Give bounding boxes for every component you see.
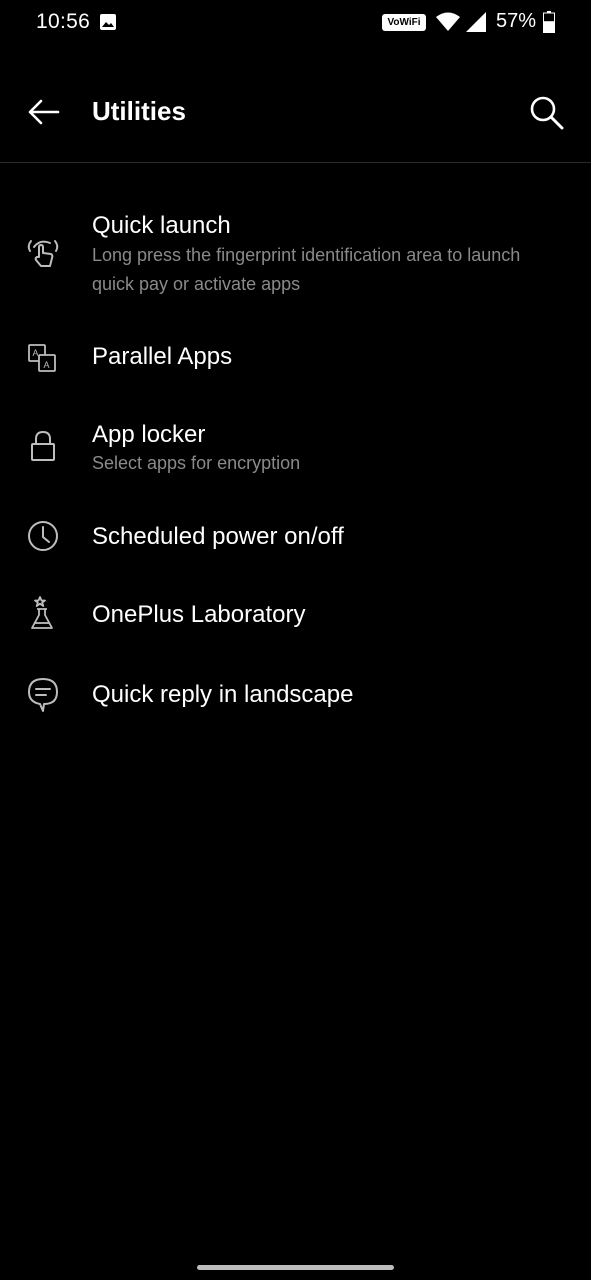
lock-icon [24, 427, 62, 465]
flask-icon [24, 595, 62, 633]
list-item-oneplus-laboratory[interactable]: OnePlus Laboratory [0, 589, 591, 645]
signal-icon [465, 11, 487, 33]
list-item-scheduled-power[interactable]: Scheduled power on/off [0, 509, 591, 565]
clock-icon [24, 517, 62, 555]
item-title: App locker [92, 421, 206, 448]
vowifi-badge: VoWiFi [382, 14, 426, 31]
item-title: Quick launch [92, 212, 231, 239]
navigation-handle[interactable] [197, 1265, 394, 1270]
battery-icon [543, 11, 555, 33]
battery-percent: 57% [496, 10, 537, 32]
wifi-icon [435, 11, 461, 33]
item-title: OnePlus Laboratory [92, 601, 306, 628]
image-icon [99, 13, 117, 31]
chat-bubble-icon [24, 675, 62, 713]
item-title: Quick reply in landscape [92, 681, 354, 708]
item-title: Scheduled power on/off [92, 523, 344, 550]
back-arrow-icon [28, 99, 60, 125]
back-button[interactable] [22, 90, 66, 134]
list-item-parallel-apps[interactable]: A A Parallel Apps [0, 331, 591, 387]
list-item-quick-reply[interactable]: Quick reply in landscape [0, 668, 591, 724]
item-title: Parallel Apps [92, 343, 233, 370]
fingerprint-touch-icon [24, 233, 62, 271]
search-button[interactable] [524, 90, 570, 136]
svg-text:A: A [33, 348, 39, 358]
page-title: Utilities [92, 96, 186, 126]
status-time: 10:56 [36, 10, 91, 33]
status-bar: 10:56 VoWiFi 57% [0, 0, 591, 46]
list-item-app-locker[interactable]: App locker Select apps for encryption [0, 409, 591, 487]
search-icon [530, 96, 564, 130]
app-bar: Utilities [0, 46, 591, 162]
item-summary: Select apps for encryption [92, 453, 301, 473]
parallel-apps-icon: A A [24, 340, 62, 378]
app-bar-divider [0, 162, 591, 163]
svg-text:A: A [44, 360, 50, 370]
list-item-quick-launch[interactable]: Quick launch Long press the fingerprint … [0, 207, 591, 315]
item-summary: Long press the fingerprint identificatio… [92, 245, 521, 294]
